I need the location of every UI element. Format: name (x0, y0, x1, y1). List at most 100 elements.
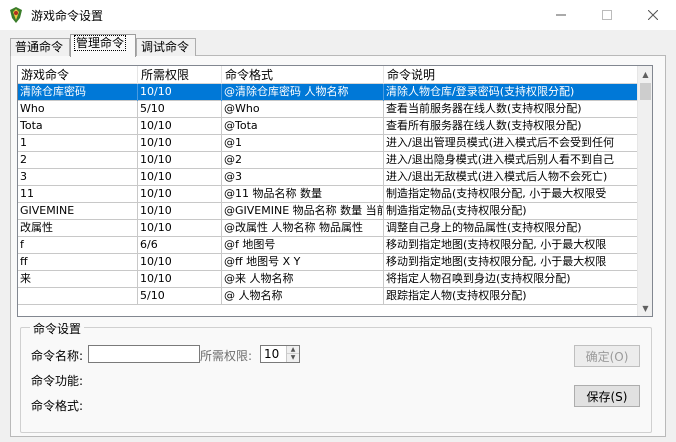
table-cell: @ff 地图号 X Y (222, 254, 384, 271)
table-cell: 1 (18, 135, 138, 152)
table-cell: 10/10 (138, 135, 222, 152)
table-cell: 来 (18, 271, 138, 288)
table-cell: 6/6 (138, 237, 222, 254)
table-row[interactable]: ff 10/10 @ff 地图号 X Y 移动到指定地图(支持权限分配, 小于最大权限 (18, 254, 638, 271)
spin-up-icon[interactable]: ▲ (287, 346, 299, 354)
table-cell: 10/10 (138, 203, 222, 220)
list-body: 清除仓库密码 10/10 @清除仓库密码 人物名称 清除人物仓库/登录密码(支持权限分… (18, 84, 638, 316)
spin-down-icon[interactable]: ▼ (287, 354, 299, 362)
table-cell: 进入/退出隐身模式(进入模式后别人看不到自己 (384, 152, 638, 169)
tab-debug-commands[interactable]: 调试命令 (136, 38, 196, 56)
table-cell: @3 (222, 169, 384, 186)
table-cell: 清除人物仓库/登录密码(支持权限分配) (384, 84, 638, 101)
table-cell: 11 (18, 186, 138, 203)
table-row[interactable]: 3 10/10 @3 进入/退出无敌模式(进入模式后人物不会死亡) (18, 169, 638, 186)
table-cell: 移动到指定地图(支持权限分配, 小于最大权限 (384, 254, 638, 271)
table-cell: @清除仓库密码 人物名称 (222, 84, 384, 101)
minimize-button[interactable] (538, 0, 584, 30)
table-cell: 制造指定物品(支持权限分配, 小于最大权限受 (384, 186, 638, 203)
table-row[interactable]: 11 10/10 @11 物品名称 数量 制造指定物品(支持权限分配, 小于最大权限受 (18, 186, 638, 203)
table-cell: @来 人物名称 (222, 271, 384, 288)
table-cell: 调整自己身上的物品属性(支持权限分配) (384, 220, 638, 237)
command-name-label: 命令名称: (31, 349, 84, 363)
command-settings-group (20, 327, 652, 433)
table-cell: 2 (18, 152, 138, 169)
tab-admin-commands[interactable]: 管理命令 (70, 34, 136, 57)
table-cell: @改属性 人物名称 物品属性 (222, 220, 384, 237)
list-header: 游戏命令 所需权限 命令格式 命令说明 (18, 66, 638, 84)
table-cell: @ 人物名称 (222, 288, 384, 305)
column-header-command[interactable]: 游戏命令 (18, 66, 138, 84)
column-header-permission[interactable]: 所需权限 (138, 66, 222, 84)
minimize-icon (556, 14, 566, 16)
table-row[interactable]: Tota 10/10 @Tota 查看所有服务器在线人数(支持权限分配) (18, 118, 638, 135)
tab-label: 管理命令 (73, 35, 127, 51)
column-header-format[interactable]: 命令格式 (222, 66, 384, 84)
table-cell: 进入/退出无敌模式(进入模式后人物不会死亡) (384, 169, 638, 186)
table-cell: 移动到指定地图(支持权限分配, 小于最大权限 (384, 237, 638, 254)
table-row[interactable]: 清除仓库密码 10/10 @清除仓库密码 人物名称 清除人物仓库/登录密码(支持权限分… (18, 84, 638, 101)
maximize-button[interactable] (584, 0, 630, 30)
table-cell: 查看所有服务器在线人数(支持权限分配) (384, 118, 638, 135)
window-title: 游戏命令设置 (31, 9, 104, 23)
table-cell: 将指定人物召唤到身边(支持权限分配) (384, 271, 638, 288)
tab-label: 调试命令 (141, 40, 190, 54)
command-settings-window: 游戏命令设置 普通命令 管理命令 调试命令 游戏命令 所需权限 命令格式 命令说… (0, 0, 676, 442)
command-name-input[interactable] (88, 345, 200, 363)
table-cell: 3 (18, 169, 138, 186)
scroll-thumb[interactable] (640, 83, 651, 100)
maximize-icon (602, 10, 612, 20)
table-cell: @GIVEMINE 物品名称 数量 当前 (222, 203, 384, 220)
spinner-buttons: ▲ ▼ (286, 346, 299, 362)
title-bar: 游戏命令设置 (0, 0, 676, 30)
table-cell: @Who (222, 101, 384, 118)
table-cell: 10/10 (138, 220, 222, 237)
table-cell: 进入/退出管理员模式(进入模式后不会受到任何 (384, 135, 638, 152)
table-row[interactable]: 2 10/10 @2 进入/退出隐身模式(进入模式后别人看不到自己 (18, 152, 638, 169)
tab-label: 普通命令 (15, 40, 64, 54)
close-icon (648, 10, 658, 20)
column-header-description[interactable]: 命令说明 (384, 66, 638, 84)
table-row[interactable]: 1 10/10 @1 进入/退出管理员模式(进入模式后不会受到任何 (18, 135, 638, 152)
table-row[interactable]: 改属性 10/10 @改属性 人物名称 物品属性 调整自己身上的物品属性(支持权限分配… (18, 220, 638, 237)
scroll-down-icon[interactable]: ▼ (638, 300, 652, 316)
table-row[interactable]: 5/10 @ 人物名称 跟踪指定人物(支持权限分配) (18, 288, 638, 305)
table-cell: ff (18, 254, 138, 271)
table-cell: 改属性 (18, 220, 138, 237)
command-list[interactable]: 游戏命令 所需权限 命令格式 命令说明 清除仓库密码 10/10 @清除仓库密码 人… (17, 65, 653, 317)
table-row[interactable]: Who 5/10 @Who 查看当前服务器在线人数(支持权限分配) (18, 101, 638, 118)
table-cell: @1 (222, 135, 384, 152)
close-button[interactable] (630, 0, 676, 30)
save-button[interactable]: 保存(S) (574, 385, 640, 407)
vertical-scrollbar[interactable]: ▲ ▼ (637, 66, 652, 316)
table-cell: @f 地图号 (222, 237, 384, 254)
table-cell (18, 288, 138, 305)
table-cell: 10/10 (138, 169, 222, 186)
group-title: 命令设置 (30, 320, 85, 337)
table-cell: @Tota (222, 118, 384, 135)
table-cell: 10/10 (138, 254, 222, 271)
table-cell: 5/10 (138, 101, 222, 118)
scroll-up-icon[interactable]: ▲ (638, 66, 652, 82)
permission-label: 所需权限: (200, 349, 253, 363)
tab-normal-commands[interactable]: 普通命令 (10, 38, 70, 56)
table-cell: 10/10 (138, 186, 222, 203)
table-cell: 制造指定物品(支持权限分配) (384, 203, 638, 220)
table-cell: GIVEMINE (18, 203, 138, 220)
table-row[interactable]: GIVEMINE 10/10 @GIVEMINE 物品名称 数量 当前 制造指定物品(… (18, 203, 638, 220)
permission-spinner[interactable]: 10 ▲ ▼ (260, 345, 300, 363)
table-cell: 10/10 (138, 118, 222, 135)
table-cell: 查看当前服务器在线人数(支持权限分配) (384, 101, 638, 118)
table-cell: Tota (18, 118, 138, 135)
table-cell: 10/10 (138, 84, 222, 101)
permission-value: 10 (264, 347, 280, 361)
confirm-button[interactable]: 确定(O) (574, 345, 640, 367)
table-cell: 10/10 (138, 271, 222, 288)
table-cell: 10/10 (138, 152, 222, 169)
table-cell: 跟踪指定人物(支持权限分配) (384, 288, 638, 305)
table-row[interactable]: 来 10/10 @来 人物名称 将指定人物召唤到身边(支持权限分配) (18, 271, 638, 288)
app-icon (10, 7, 22, 23)
table-row[interactable]: f 6/6 @f 地图号 移动到指定地图(支持权限分配, 小于最大权限 (18, 237, 638, 254)
table-cell: @11 物品名称 数量 (222, 186, 384, 203)
table-cell: 清除仓库密码 (18, 84, 138, 101)
